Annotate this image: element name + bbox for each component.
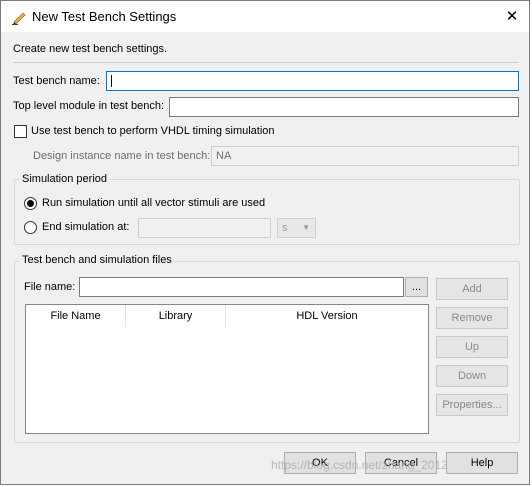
down-button[interactable]: Down xyxy=(436,365,508,387)
top-level-module-label: Top level module in test bench: xyxy=(13,100,165,112)
close-button[interactable]: ✕ xyxy=(495,1,529,32)
column-header-file-name[interactable]: File Name xyxy=(26,305,126,327)
watermark-text: https://blog.csdn.net/zhang_2012 xyxy=(271,458,448,472)
file-name-label: File name: xyxy=(24,281,76,293)
browse-button[interactable]: ... xyxy=(405,277,428,297)
vhdl-timing-label: Use test bench to perform VHDL timing si… xyxy=(31,125,275,137)
time-unit-value: s xyxy=(282,222,288,234)
window-title: New Test Bench Settings xyxy=(32,9,177,24)
column-header-hdl-version[interactable]: HDL Version xyxy=(226,305,428,327)
divider xyxy=(13,62,519,63)
chevron-down-icon: ▼ xyxy=(302,223,310,232)
help-button[interactable]: Help xyxy=(446,452,518,474)
simulation-files-title: Test bench and simulation files xyxy=(19,254,175,266)
title-bar: New Test Bench Settings ✕ xyxy=(1,1,529,32)
close-icon: ✕ xyxy=(505,8,519,25)
end-simulation-label: End simulation at: xyxy=(42,221,130,233)
end-simulation-input xyxy=(138,218,271,238)
intro-text: Create new test bench settings. xyxy=(13,43,168,55)
properties-button[interactable]: Properties... xyxy=(436,394,508,416)
files-table[interactable]: File Name Library HDL Version xyxy=(25,304,429,434)
test-bench-name-label: Test bench name: xyxy=(13,75,100,87)
new-test-bench-dialog: New Test Bench Settings ✕ Create new tes… xyxy=(0,0,530,485)
top-level-module-input[interactable] xyxy=(169,97,519,117)
run-until-stimuli-label: Run simulation until all vector stimuli … xyxy=(42,197,266,209)
up-button[interactable]: Up xyxy=(436,336,508,358)
vhdl-timing-checkbox[interactable] xyxy=(14,125,27,138)
file-name-input[interactable] xyxy=(79,277,404,297)
simulation-period-title: Simulation period xyxy=(19,173,110,185)
run-until-stimuli-radio[interactable] xyxy=(24,197,37,210)
text-caret xyxy=(111,75,112,87)
end-simulation-radio[interactable] xyxy=(24,221,37,234)
remove-button[interactable]: Remove xyxy=(436,307,508,329)
add-button[interactable]: Add xyxy=(436,278,508,300)
design-instance-input: NA xyxy=(211,146,519,166)
test-bench-name-input[interactable] xyxy=(106,71,519,91)
pencil-icon xyxy=(12,12,26,25)
time-unit-select: s ▼ xyxy=(277,218,316,238)
column-header-library[interactable]: Library xyxy=(126,305,226,327)
design-instance-label: Design instance name in test bench: xyxy=(33,150,211,162)
